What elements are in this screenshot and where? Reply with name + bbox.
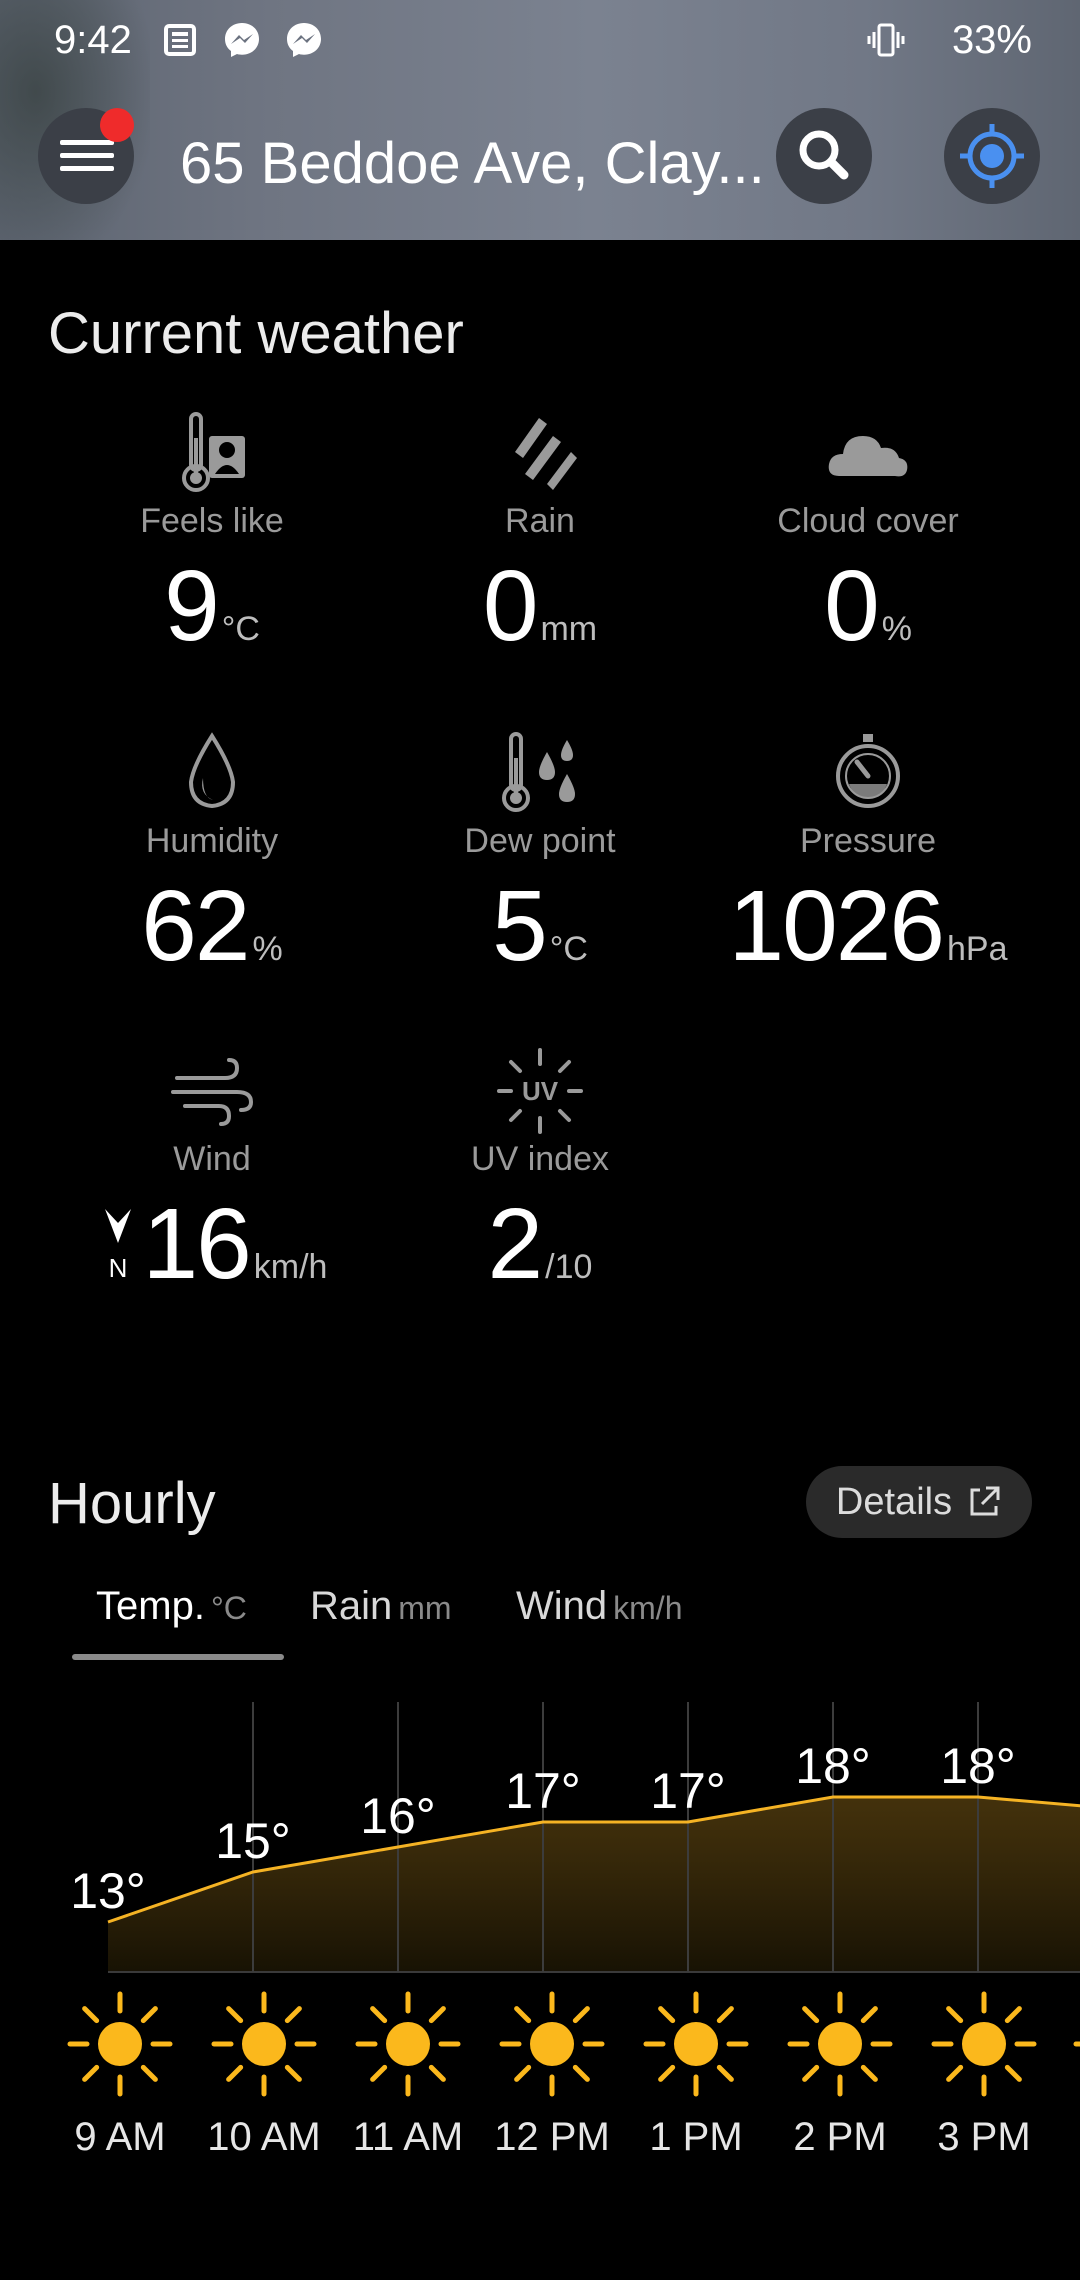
hour-label: 12 PM (494, 2115, 610, 2159)
rain-card: Rain 0 mm (375, 408, 705, 664)
sunny-icon (931, 1991, 1037, 2097)
messenger-icon (287, 23, 321, 57)
temperature-value-label: 15° (215, 1813, 291, 1869)
uv-icon-text: UV (522, 1076, 559, 1106)
hour-label: 11 AM (353, 2115, 463, 2159)
wind-card: Wind N 16 km/h (47, 1046, 377, 1302)
cloud-cover-value: 0 (824, 550, 880, 662)
selected-tab-indicator (72, 1654, 284, 1660)
external-link-icon (970, 1486, 1000, 1516)
tab-wind-label: Wind (516, 1584, 608, 1628)
hour-label: 10 AM (207, 2115, 320, 2159)
tab-rain-unit: mm (398, 1590, 452, 1626)
tab-temperature-unit: °C (210, 1590, 247, 1626)
uv-index-value: 2 (487, 1188, 544, 1300)
cloud-cover-card: Cloud cover 0% (703, 408, 1033, 664)
wind-icon (171, 1058, 254, 1126)
sunny-icon (499, 1991, 605, 2097)
sunny-icon (355, 1991, 461, 2097)
notification-dot (100, 108, 134, 142)
wind-value: 16 (142, 1188, 252, 1300)
search-button[interactable] (776, 108, 872, 204)
wind-direction-label: N (109, 1253, 128, 1283)
dew-point-value: 5 (492, 870, 548, 982)
dew-point-card: Dew point 5 °C (375, 728, 705, 984)
location-title[interactable]: 65 Beddoe Ave, Clay... (180, 130, 760, 197)
feels-like-card: Feels like 9 °C (47, 408, 377, 664)
rain-icon (515, 418, 577, 490)
cloud-icon (828, 436, 908, 477)
my-location-icon (960, 124, 1024, 188)
hourly-heading: Hourly (48, 1471, 216, 1536)
humidity-unit: % (252, 930, 283, 968)
cloud-cover-label: Cloud cover (777, 502, 959, 540)
tab-temperature-label: Temp. (96, 1584, 205, 1628)
humidity-drop-icon (188, 732, 236, 809)
details-label: Details (835, 1480, 953, 1523)
dew-point-icon (502, 732, 575, 812)
news-icon (164, 24, 196, 56)
temperature-value-label: 16° (360, 1788, 436, 1844)
status-bar: 9:42 33% (0, 0, 1080, 80)
pressure-label: Pressure (799, 822, 937, 860)
hour-label: 9 AM (74, 2115, 165, 2159)
details-button[interactable]: Details (806, 1466, 1032, 1538)
rain-value: 0 (482, 550, 539, 662)
uv-index-card: UV UV index 2/10 (375, 1046, 705, 1302)
wind-label: Wind (173, 1140, 251, 1178)
temperature-value-label: 13° (70, 1863, 146, 1919)
hour-label: 3 PM (937, 2115, 1030, 2159)
hour-label: 2 PM (793, 2115, 886, 2159)
sunny-icon (67, 1991, 173, 2097)
temperature-value-label: 18° (795, 1738, 871, 1794)
tab-rain-label: Rain (310, 1584, 393, 1628)
status-time: 9:42 (54, 18, 132, 62)
wind-direction-arrow-icon: N (105, 1209, 131, 1283)
tab-wind-unit: km/h (613, 1590, 683, 1626)
dew-point-label: Dew point (464, 822, 616, 860)
temperature-value-label: 17° (650, 1763, 726, 1819)
temperature-value-label: 18° (940, 1738, 1016, 1794)
current-weather-heading: Current weather (48, 301, 464, 366)
rain-label: Rain (505, 502, 575, 540)
hour-label: 1 PM (649, 2115, 742, 2159)
feels-like-label: Feels like (140, 502, 284, 540)
humidity-label: Humidity (145, 822, 279, 860)
pressure-card: Pressure 1026 hPa (703, 728, 1033, 984)
header: 9:42 33% 65 Beddoe Ave, Clay... (0, 0, 1080, 240)
pressure-unit: hPa (946, 930, 1008, 968)
feels-like-thermometer-icon (182, 412, 245, 492)
tab-temperature[interactable]: Temp. °C (96, 1584, 247, 1629)
sunny-icon (787, 1991, 893, 2097)
hamburger-menu-icon (60, 140, 114, 145)
uv-index-unit: /10 (545, 1248, 593, 1286)
feels-like-unit: °C (221, 610, 260, 648)
pressure-value: 1026 (728, 870, 945, 982)
humidity-value: 62 (141, 870, 250, 982)
pressure-gauge-icon (836, 734, 900, 808)
battery-level: 33% (951, 18, 1032, 62)
hamburger-line (60, 153, 114, 158)
feels-like-value: 9 (164, 550, 220, 662)
uv-index-icon: UV (497, 1048, 583, 1134)
sunny-icon (211, 1991, 317, 2097)
my-location-button[interactable] (944, 108, 1040, 204)
dew-point-unit: °C (549, 930, 588, 968)
temperature-value-label: 17° (505, 1763, 581, 1819)
uv-index-label: UV index (471, 1140, 609, 1178)
tab-wind[interactable]: Wind km/h (516, 1584, 682, 1629)
sunny-icon (643, 1991, 749, 2097)
hamburger-line (60, 166, 114, 171)
rain-unit: mm (540, 610, 598, 648)
cloud-cover-unit: % (881, 610, 912, 648)
messenger-icon (225, 23, 259, 57)
vibrate-icon (867, 23, 905, 57)
humidity-card: Humidity 62% (47, 728, 377, 984)
hourly-temperature-chart[interactable]: 13° 15° 16° 17° 17° 18° 18° 9 AM 10 AM 11 AM 12 PM… (0, 1690, 1080, 2170)
tab-rain[interactable]: Rain mm (310, 1584, 452, 1629)
wind-unit: km/h (253, 1248, 328, 1286)
search-icon (799, 130, 849, 180)
